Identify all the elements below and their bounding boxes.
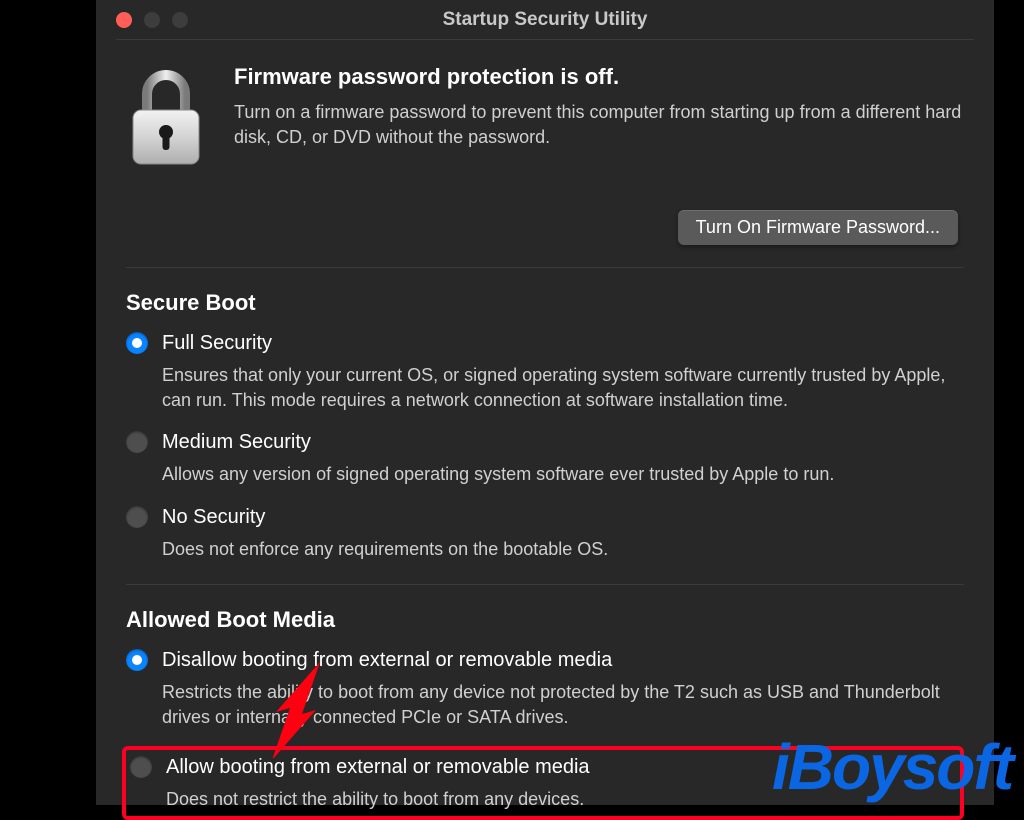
allowed-boot-media-title: Allowed Boot Media — [126, 607, 964, 633]
radio-label: No Security — [162, 504, 964, 531]
radio-description: Allows any version of signed operating s… — [162, 462, 964, 487]
radio-disallow-external[interactable] — [126, 649, 148, 671]
secure-boot-group: Full Security Ensures that only your cur… — [126, 330, 964, 562]
maximize-button[interactable] — [172, 12, 188, 28]
lock-icon — [126, 64, 206, 168]
content-area: Firmware password protection is off. Tur… — [96, 40, 994, 820]
firmware-title: Firmware password protection is off. — [234, 64, 964, 90]
divider — [126, 584, 964, 585]
firmware-description: Turn on a firmware password to prevent t… — [234, 100, 964, 150]
divider — [126, 267, 964, 268]
firmware-button-row: Turn On Firmware Password... — [126, 210, 964, 245]
radio-option-full-security[interactable]: Full Security Ensures that only your cur… — [126, 330, 964, 413]
firmware-section: Firmware password protection is off. Tur… — [126, 64, 964, 176]
secure-boot-section: Secure Boot Full Security Ensures that o… — [126, 290, 964, 562]
radio-label: Full Security — [162, 330, 964, 357]
radio-medium-security[interactable] — [126, 431, 148, 453]
radio-description: Ensures that only your current OS, or si… — [162, 363, 964, 413]
radio-option-medium-security[interactable]: Medium Security Allows any version of si… — [126, 429, 964, 487]
secure-boot-title: Secure Boot — [126, 290, 964, 316]
radio-no-security[interactable] — [126, 506, 148, 528]
close-button[interactable] — [116, 12, 132, 28]
minimize-button[interactable] — [144, 12, 160, 28]
radio-description: Does not enforce any requirements on the… — [162, 537, 964, 562]
window-title: Startup Security Utility — [116, 9, 974, 31]
titlebar: Startup Security Utility — [116, 0, 974, 40]
watermark: iBoysoft — [772, 735, 1012, 799]
radio-option-disallow-external[interactable]: Disallow booting from external or remova… — [126, 647, 964, 730]
firmware-text: Firmware password protection is off. Tur… — [234, 64, 964, 150]
traffic-lights — [116, 12, 188, 28]
radio-option-no-security[interactable]: No Security Does not enforce any require… — [126, 504, 964, 562]
turn-on-firmware-password-button[interactable]: Turn On Firmware Password... — [678, 210, 958, 245]
startup-security-window: Startup Security Utility — [96, 0, 994, 805]
radio-full-security[interactable] — [126, 332, 148, 354]
radio-allow-external[interactable] — [130, 756, 152, 778]
radio-label: Disallow booting from external or remova… — [162, 647, 964, 674]
radio-description: Restricts the ability to boot from any d… — [162, 680, 964, 730]
radio-label: Medium Security — [162, 429, 964, 456]
